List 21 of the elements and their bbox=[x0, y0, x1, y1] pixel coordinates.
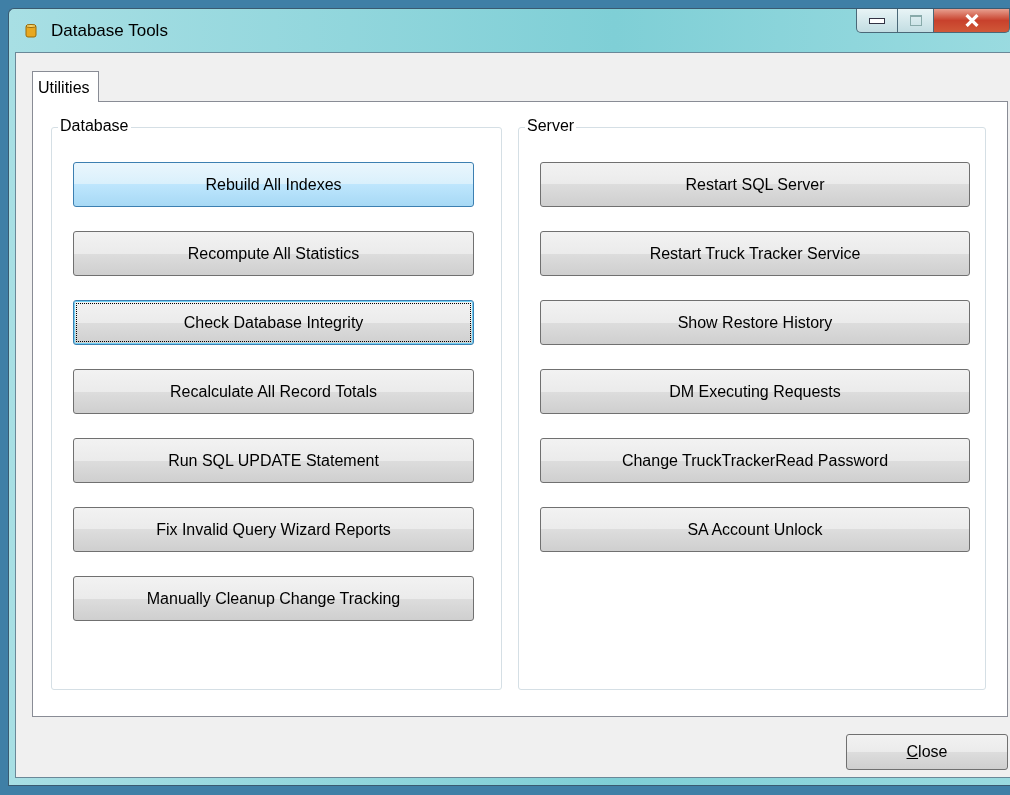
action-button[interactable]: Restart SQL Server bbox=[540, 162, 970, 207]
cylinder-icon bbox=[25, 22, 37, 39]
close-dialog-button[interactable]: Close bbox=[846, 734, 1008, 770]
minimize-button[interactable] bbox=[856, 9, 898, 33]
action-button[interactable]: Change TruckTrackerRead Password bbox=[540, 438, 970, 483]
action-button[interactable]: Check Database Integrity bbox=[73, 300, 474, 345]
close-button[interactable] bbox=[934, 9, 1010, 33]
window-title: Database Tools bbox=[51, 20, 168, 41]
action-button[interactable]: SA Account Unlock bbox=[540, 507, 970, 552]
action-button[interactable]: Restart Truck Tracker Service bbox=[540, 231, 970, 276]
close-icon bbox=[963, 14, 980, 27]
action-button[interactable]: Rebuild All Indexes bbox=[73, 162, 474, 207]
action-button[interactable]: Recalculate All Record Totals bbox=[73, 369, 474, 414]
action-button[interactable]: Run SQL UPDATE Statement bbox=[73, 438, 474, 483]
maximize-button[interactable] bbox=[898, 9, 934, 33]
action-button[interactable]: Show Restore History bbox=[540, 300, 970, 345]
tab[interactable]: Utilities bbox=[32, 71, 99, 102]
action-button[interactable]: DM Executing Requests bbox=[540, 369, 970, 414]
action-button[interactable]: Manually Cleanup Change Tracking bbox=[73, 576, 474, 621]
action-button[interactable]: Fix Invalid Query Wizard Reports bbox=[73, 507, 474, 552]
action-button[interactable]: Recompute All Statistics bbox=[73, 231, 474, 276]
